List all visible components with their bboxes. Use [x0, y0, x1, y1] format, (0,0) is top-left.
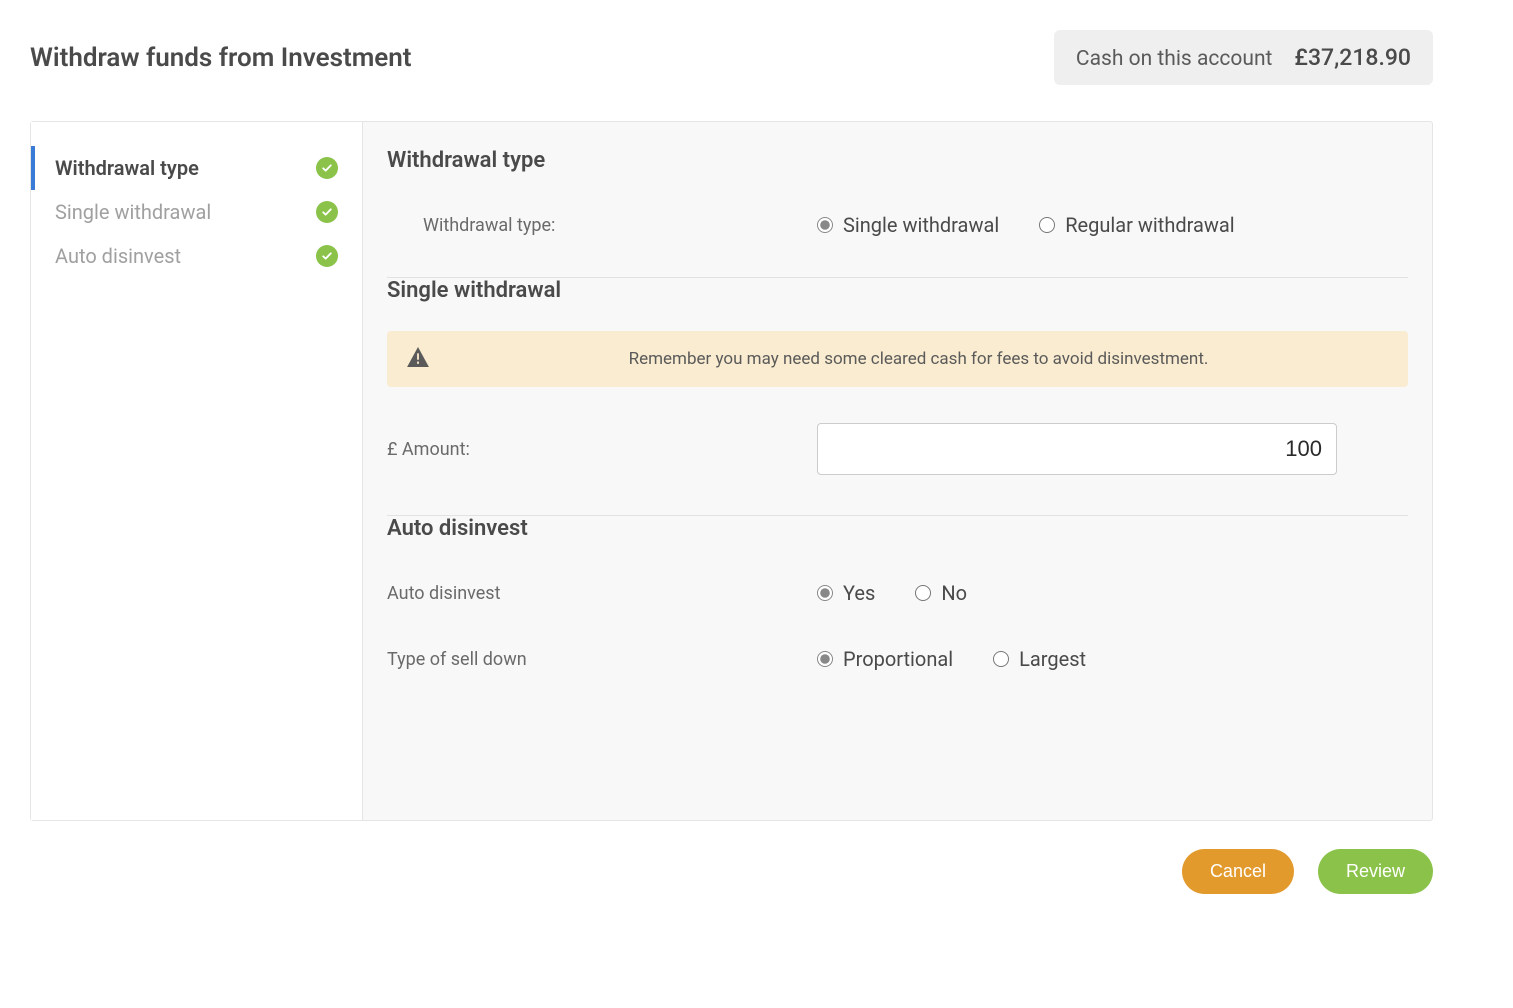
radio-label: Yes	[843, 581, 875, 605]
radio-selldown-largest-input[interactable]	[993, 651, 1009, 667]
selldown-type-options: Proportional Largest	[817, 647, 1408, 671]
radio-label: No	[941, 581, 967, 605]
radio-selldown-largest[interactable]: Largest	[993, 647, 1086, 671]
warning-triangle-icon	[407, 347, 429, 371]
check-circle-icon	[316, 157, 338, 179]
radio-auto-disinvest-yes[interactable]: Yes	[817, 581, 875, 605]
withdrawal-type-options: Single withdrawal Regular withdrawal	[817, 213, 1408, 237]
sidebar-item-label: Withdrawal type	[55, 156, 199, 180]
radio-single-withdrawal-input[interactable]	[817, 217, 833, 233]
radio-selldown-proportional-input[interactable]	[817, 651, 833, 667]
amount-input[interactable]	[817, 423, 1337, 475]
amount-field	[817, 423, 1408, 475]
sidebar-item-label: Single withdrawal	[55, 200, 211, 224]
alert-banner: Remember you may need some cleared cash …	[387, 331, 1408, 387]
row-selldown-type: Type of sell down Proportional Largest	[387, 617, 1408, 683]
row-auto-disinvest: Auto disinvest Yes No	[387, 569, 1408, 617]
radio-auto-disinvest-no-input[interactable]	[915, 585, 931, 601]
header-row: Withdraw funds from Investment Cash on t…	[30, 30, 1433, 85]
selldown-type-label: Type of sell down	[387, 649, 817, 670]
radio-regular-withdrawal[interactable]: Regular withdrawal	[1039, 213, 1234, 237]
cash-on-account-box: Cash on this account £37,218.90	[1054, 30, 1433, 85]
radio-auto-disinvest-yes-input[interactable]	[817, 585, 833, 601]
check-circle-icon	[316, 201, 338, 223]
section-single-withdrawal: Single withdrawal Remember you may need …	[387, 278, 1408, 515]
content-area: Withdrawal type Withdrawal type: Single …	[363, 122, 1432, 820]
review-button[interactable]: Review	[1318, 849, 1433, 894]
radio-label: Largest	[1019, 647, 1086, 671]
alert-text: Remember you may need some cleared cash …	[449, 349, 1388, 369]
section-title: Single withdrawal	[387, 278, 1408, 303]
radio-regular-withdrawal-input[interactable]	[1039, 217, 1055, 233]
radio-selldown-proportional[interactable]: Proportional	[817, 647, 953, 671]
sidebar: Withdrawal type Single withdrawal Auto d…	[31, 122, 363, 820]
cash-on-account-label: Cash on this account	[1076, 47, 1273, 71]
check-circle-icon	[316, 245, 338, 267]
section-withdrawal-type: Withdrawal type Withdrawal type: Single …	[387, 148, 1408, 277]
withdrawal-type-label: Withdrawal type:	[387, 215, 817, 236]
auto-disinvest-options: Yes No	[817, 581, 1408, 605]
auto-disinvest-label: Auto disinvest	[387, 583, 817, 604]
section-title: Withdrawal type	[387, 148, 1408, 173]
radio-single-withdrawal[interactable]: Single withdrawal	[817, 213, 999, 237]
sidebar-item-withdrawal-type[interactable]: Withdrawal type	[31, 146, 362, 190]
radio-label: Regular withdrawal	[1065, 213, 1234, 237]
cancel-button[interactable]: Cancel	[1182, 849, 1294, 894]
section-title: Auto disinvest	[387, 516, 1408, 541]
radio-auto-disinvest-no[interactable]: No	[915, 581, 967, 605]
radio-label: Single withdrawal	[843, 213, 999, 237]
radio-label: Proportional	[843, 647, 953, 671]
row-withdrawal-type: Withdrawal type: Single withdrawal Regul…	[387, 201, 1408, 249]
footer-actions: Cancel Review	[30, 849, 1433, 894]
sidebar-item-single-withdrawal[interactable]: Single withdrawal	[31, 190, 362, 234]
amount-label: £ Amount:	[387, 439, 817, 460]
main-panel: Withdrawal type Single withdrawal Auto d…	[30, 121, 1433, 821]
sidebar-item-auto-disinvest[interactable]: Auto disinvest	[31, 234, 362, 278]
page-title: Withdraw funds from Investment	[30, 43, 412, 73]
cash-on-account-value: £37,218.90	[1294, 44, 1411, 71]
section-auto-disinvest: Auto disinvest Auto disinvest Yes No Typ…	[387, 516, 1408, 711]
row-amount: £ Amount:	[387, 411, 1408, 487]
sidebar-item-label: Auto disinvest	[55, 244, 181, 268]
